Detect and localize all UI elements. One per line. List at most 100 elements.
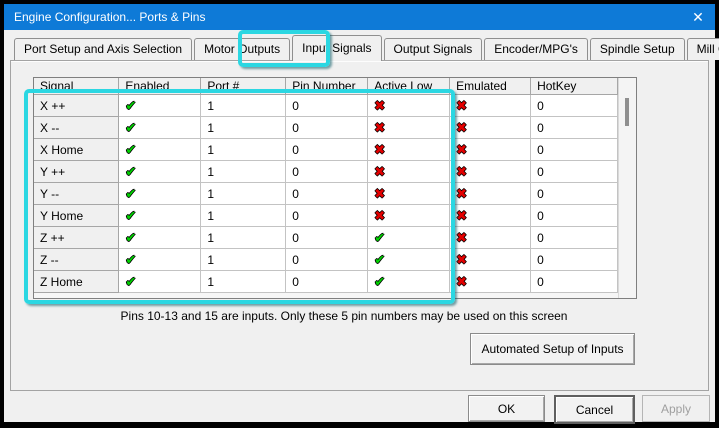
pin-number-cell[interactable]: 0	[286, 161, 368, 183]
hotkey-cell[interactable]: 0	[531, 205, 618, 227]
hotkey-cell[interactable]: 0	[531, 271, 618, 293]
enabled-cell[interactable]: ✔	[119, 271, 201, 293]
column-header-active-low: Active Low	[368, 78, 450, 95]
emulated-cell[interactable]: ✖	[450, 95, 531, 117]
automated-setup-button[interactable]: Automated Setup of Inputs	[470, 333, 635, 365]
table-row: X --✔10✖✖0	[34, 117, 618, 139]
port--cell[interactable]: 1	[201, 95, 286, 117]
active-low-cell[interactable]: ✖	[368, 161, 450, 183]
window-title: Engine Configuration... Ports & Pins	[4, 10, 681, 24]
pin-number-cell[interactable]: 0	[286, 205, 368, 227]
emulated-cell[interactable]: ✖	[450, 227, 531, 249]
column-header-emulated: Emulated	[450, 78, 531, 95]
port--cell[interactable]: 1	[201, 161, 286, 183]
emulated-cell[interactable]: ✖	[450, 205, 531, 227]
pin-number-cell[interactable]: 0	[286, 271, 368, 293]
enabled-cell[interactable]: ✔	[119, 139, 201, 161]
pin-number-cell[interactable]: 0	[286, 139, 368, 161]
tab-motor-outputs[interactable]: Motor Outputs	[194, 38, 290, 60]
pin-number-cell[interactable]: 0	[286, 183, 368, 205]
enabled-cell[interactable]: ✔	[119, 183, 201, 205]
vertical-scrollbar[interactable]	[618, 78, 636, 298]
signal-name-cell: X --	[34, 117, 119, 139]
green-check-icon: ✔	[374, 231, 385, 244]
green-check-icon: ✔	[125, 187, 136, 200]
close-button[interactable]: ✕	[681, 4, 715, 30]
active-low-cell[interactable]: ✔	[368, 227, 450, 249]
red-cross-icon: ✖	[374, 121, 385, 134]
green-check-icon: ✔	[125, 275, 136, 288]
port--cell[interactable]: 1	[201, 249, 286, 271]
table-row: X ++✔10✖✖0	[34, 95, 618, 117]
emulated-cell[interactable]: ✖	[450, 183, 531, 205]
active-low-cell[interactable]: ✖	[368, 95, 450, 117]
red-cross-icon: ✖	[374, 187, 385, 200]
enabled-cell[interactable]: ✔	[119, 161, 201, 183]
tab-output-signals[interactable]: Output Signals	[384, 38, 483, 60]
emulated-cell[interactable]: ✖	[450, 139, 531, 161]
active-low-cell[interactable]: ✖	[368, 139, 450, 161]
enabled-cell[interactable]: ✔	[119, 227, 201, 249]
enabled-cell[interactable]: ✔	[119, 249, 201, 271]
port--cell[interactable]: 1	[201, 271, 286, 293]
hotkey-cell[interactable]: 0	[531, 161, 618, 183]
emulated-cell[interactable]: ✖	[450, 161, 531, 183]
active-low-cell[interactable]: ✖	[368, 205, 450, 227]
scrollbar-thumb[interactable]	[625, 98, 629, 126]
pin-number-cell[interactable]: 0	[286, 95, 368, 117]
signal-name-cell: Y Home	[34, 205, 119, 227]
emulated-cell[interactable]: ✖	[450, 117, 531, 139]
column-header-enabled: Enabled	[119, 78, 201, 95]
hotkey-cell[interactable]: 0	[531, 117, 618, 139]
red-cross-icon: ✖	[456, 275, 467, 288]
green-check-icon: ✔	[125, 143, 136, 156]
tab-encoder-mpg-s[interactable]: Encoder/MPG's	[484, 38, 588, 60]
pin-number-cell[interactable]: 0	[286, 249, 368, 271]
signals-grid: SignalEnabledPort #Pin NumberActive LowE…	[33, 77, 637, 299]
port--cell[interactable]: 1	[201, 227, 286, 249]
ok-button[interactable]: OK	[468, 395, 545, 422]
signal-name-cell: Y --	[34, 183, 119, 205]
port--cell[interactable]: 1	[201, 183, 286, 205]
red-cross-icon: ✖	[456, 253, 467, 266]
active-low-cell[interactable]: ✖	[368, 117, 450, 139]
pin-number-cell[interactable]: 0	[286, 117, 368, 139]
active-low-cell[interactable]: ✔	[368, 271, 450, 293]
active-low-cell[interactable]: ✔	[368, 249, 450, 271]
table-row: Z Home✔10✔✖0	[34, 271, 618, 293]
green-check-icon: ✔	[374, 253, 385, 266]
enabled-cell[interactable]: ✔	[119, 117, 201, 139]
emulated-cell[interactable]: ✖	[450, 249, 531, 271]
table-row: Y Home✔10✖✖0	[34, 205, 618, 227]
green-check-icon: ✔	[125, 99, 136, 112]
red-cross-icon: ✖	[456, 165, 467, 178]
enabled-cell[interactable]: ✔	[119, 95, 201, 117]
enabled-cell[interactable]: ✔	[119, 205, 201, 227]
hotkey-cell[interactable]: 0	[531, 139, 618, 161]
cancel-button[interactable]: Cancel	[554, 395, 635, 424]
port--cell[interactable]: 1	[201, 139, 286, 161]
table-row: Y --✔10✖✖0	[34, 183, 618, 205]
active-low-cell[interactable]: ✖	[368, 183, 450, 205]
red-cross-icon: ✖	[456, 231, 467, 244]
signal-name-cell: Z ++	[34, 227, 119, 249]
hotkey-cell[interactable]: 0	[531, 95, 618, 117]
hotkey-cell[interactable]: 0	[531, 227, 618, 249]
tab-spindle-setup[interactable]: Spindle Setup	[590, 38, 685, 60]
red-cross-icon: ✖	[374, 209, 385, 222]
table-row: Z ++✔10✔✖0	[34, 227, 618, 249]
green-check-icon: ✔	[125, 231, 136, 244]
port--cell[interactable]: 1	[201, 205, 286, 227]
hotkey-cell[interactable]: 0	[531, 183, 618, 205]
column-header-port-: Port #	[201, 78, 286, 95]
tab-port-setup-and-axis-selection[interactable]: Port Setup and Axis Selection	[14, 38, 192, 60]
red-cross-icon: ✖	[456, 209, 467, 222]
red-cross-icon: ✖	[456, 121, 467, 134]
port--cell[interactable]: 1	[201, 117, 286, 139]
emulated-cell[interactable]: ✖	[450, 271, 531, 293]
tab-input-signals[interactable]: Input Signals	[292, 35, 381, 61]
tab-mill-options[interactable]: Mill Options	[687, 38, 719, 60]
pin-number-cell[interactable]: 0	[286, 227, 368, 249]
hotkey-cell[interactable]: 0	[531, 249, 618, 271]
green-check-icon: ✔	[125, 253, 136, 266]
